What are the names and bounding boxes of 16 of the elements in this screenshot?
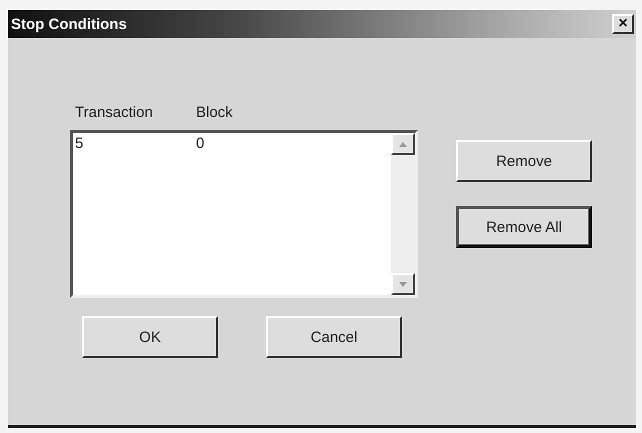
scroll-down-button[interactable]	[391, 273, 415, 295]
window-title: Stop Conditions	[11, 16, 127, 32]
cancel-button[interactable]: Cancel	[266, 316, 402, 358]
column-header: Block	[196, 104, 234, 123]
scroll-up-button[interactable]	[391, 133, 415, 155]
scroll-up-icon	[399, 142, 407, 146]
column-header: Transaction	[75, 104, 154, 123]
remove-button[interactable]: Remove	[456, 140, 592, 182]
remove-all-button[interactable]: Remove All	[456, 206, 592, 248]
close-button[interactable]: ×	[612, 14, 634, 34]
list-cell-text: 5	[75, 135, 84, 152]
list-cell-text: 0	[196, 135, 206, 152]
list-box[interactable]: 5 0	[70, 130, 418, 298]
scroll-down-icon	[399, 282, 407, 286]
ok-button[interactable]: OK	[82, 316, 218, 358]
scrollbar[interactable]	[391, 133, 415, 295]
